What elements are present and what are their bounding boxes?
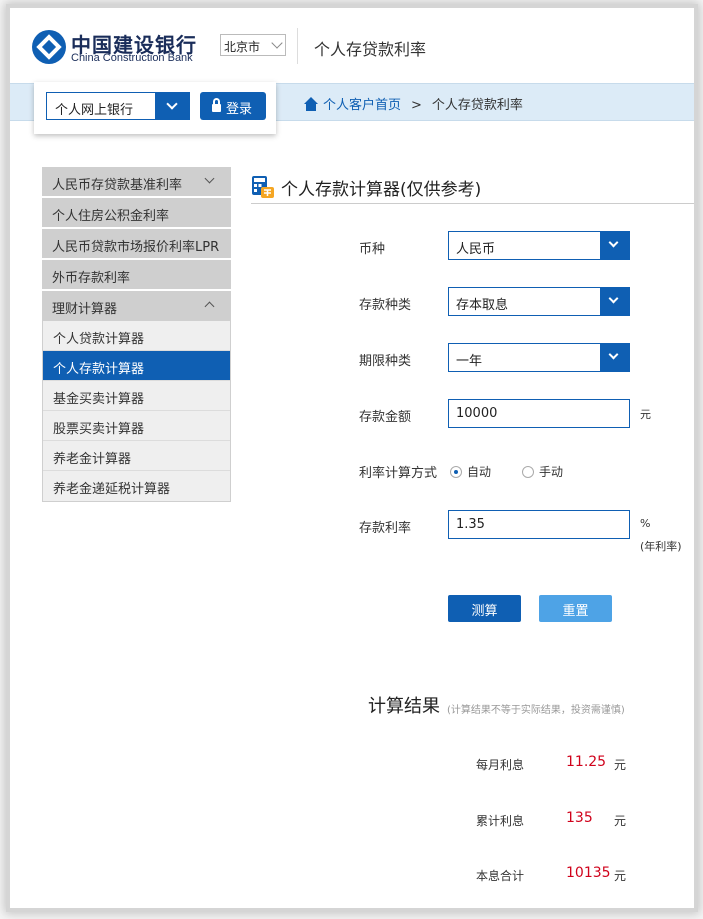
rate-input[interactable]: 1.35 (448, 510, 630, 539)
home-icon[interactable] (303, 97, 319, 111)
submenu-pension-tax-calculator[interactable]: 养老金递延税计算器 (43, 471, 230, 501)
sidebar-item-foreign-deposit-rate[interactable]: 外币存款利率 (42, 260, 231, 289)
principal-interest-label: 本息合计 (476, 869, 525, 883)
header-divider (297, 28, 298, 64)
page-title: 个人存贷款利率 (314, 40, 427, 59)
radio-auto-label: 自动 (467, 465, 492, 479)
title-divider (251, 203, 694, 204)
sidebar-item-label: 人民币贷款市场报价利率LPR (52, 240, 220, 255)
sidebar-item-rmb-benchmark-rate[interactable]: 人民币存贷款基准利率 (42, 167, 231, 196)
breadcrumb-current: 个人存贷款利率 (431, 98, 523, 113)
chevron-down-icon (271, 37, 283, 49)
deposit-type-label: 存款种类 (359, 298, 412, 313)
browser-frame: 中国建设银行 China Construction Bank 北京市 个人存贷款… (10, 8, 694, 908)
chevron-down-icon (608, 237, 619, 248)
sidebar-item-financial-calculator[interactable]: 理财计算器 (42, 291, 231, 320)
monthly-interest-label: 每月利息 (476, 758, 525, 772)
rate-method-label: 利率计算方式 (359, 466, 438, 481)
principal-interest-value: 10135 (566, 865, 611, 881)
calculator-title: 个人存款计算器(仅供参考) (281, 180, 482, 200)
dropdown-button[interactable] (600, 232, 629, 259)
submenu-loan-calculator[interactable]: 个人贷款计算器 (43, 321, 230, 351)
rate-unit: % (640, 517, 651, 530)
chevron-down-icon (608, 293, 619, 304)
submenu-pension-calculator[interactable]: 养老金计算器 (43, 441, 230, 471)
bank-name-en: China Construction Bank (71, 52, 193, 64)
amount-unit: 元 (640, 408, 651, 421)
online-bank-select[interactable]: 个人网上银行 (46, 92, 190, 120)
result-note: (计算结果不等于实际结果，投资需谨慎) (447, 705, 625, 716)
calculator-submenu: 个人贷款计算器 个人存款计算器 基金买卖计算器 股票买卖计算器 养老金计算器 养… (42, 320, 231, 502)
total-interest-value: 135 (566, 810, 593, 826)
submenu-stock-calculator[interactable]: 股票买卖计算器 (43, 411, 230, 441)
login-button-label: 登录 (226, 102, 253, 117)
dropdown-button[interactable] (600, 288, 629, 315)
chevron-down-icon (204, 173, 215, 184)
breadcrumb-home-link[interactable]: 个人客户首页 (323, 98, 401, 113)
sidebar-item-label: 个人住房公积金利率 (52, 209, 170, 224)
deposit-type-value: 存本取息 (456, 298, 509, 313)
chevron-down-icon (166, 98, 178, 110)
rate-unit-note: (年利率) (640, 540, 682, 553)
calculator-icon (252, 176, 274, 198)
term-select[interactable]: 一年 (448, 343, 630, 372)
ccb-logo-icon (32, 30, 66, 64)
sidebar: 人民币存贷款基准利率 个人住房公积金利率 人民币贷款市场报价利率LPR 外币存款… (42, 167, 231, 502)
result-unit: 元 (614, 758, 627, 772)
sidebar-item-label: 理财计算器 (52, 302, 118, 317)
breadcrumb: 个人客户首页 > 个人存贷款利率 (303, 94, 523, 113)
sidebar-item-housing-fund-rate[interactable]: 个人住房公积金利率 (42, 198, 231, 227)
chevron-up-icon (204, 301, 215, 312)
city-select[interactable]: 北京市 (220, 34, 286, 56)
monthly-interest-value: 11.25 (566, 754, 607, 770)
radio-auto[interactable]: 自动 (450, 463, 491, 480)
term-label: 期限种类 (359, 354, 412, 369)
radio-manual-label: 手动 (539, 465, 564, 479)
reset-button[interactable]: 重置 (539, 595, 612, 622)
rate-label: 存款利率 (359, 521, 412, 536)
sidebar-item-label: 人民币存贷款基准利率 (52, 178, 183, 193)
currency-value: 人民币 (456, 242, 496, 257)
result-unit: 元 (614, 869, 627, 883)
currency-select[interactable]: 人民币 (448, 231, 630, 260)
submenu-fund-calculator[interactable]: 基金买卖计算器 (43, 381, 230, 411)
radio-checked-icon[interactable] (450, 466, 462, 478)
currency-label: 币种 (359, 242, 386, 257)
breadcrumb-separator: > (411, 98, 422, 113)
result-unit: 元 (614, 814, 627, 828)
chevron-down-icon (608, 349, 619, 360)
dropdown-button[interactable] (155, 93, 189, 119)
amount-input[interactable]: 10000 (448, 399, 630, 428)
sidebar-item-lpr[interactable]: 人民币贷款市场报价利率LPR (42, 229, 231, 258)
online-bank-value: 个人网上银行 (55, 103, 134, 118)
submenu-deposit-calculator[interactable]: 个人存款计算器 (43, 351, 230, 381)
radio-unchecked-icon[interactable] (522, 466, 534, 478)
login-panel: 个人网上银行 登录 (34, 82, 276, 134)
login-button[interactable]: 登录 (200, 92, 266, 120)
result-title: 计算结果 (368, 696, 440, 717)
amount-label: 存款金额 (359, 410, 412, 425)
term-value: 一年 (456, 354, 483, 369)
sidebar-item-label: 外币存款利率 (52, 271, 131, 286)
dropdown-button[interactable] (600, 344, 629, 371)
radio-manual[interactable]: 手动 (522, 463, 563, 480)
calculate-button[interactable]: 测算 (448, 595, 521, 622)
total-interest-label: 累计利息 (476, 814, 525, 828)
deposit-type-select[interactable]: 存本取息 (448, 287, 630, 316)
city-value: 北京市 (224, 40, 261, 54)
lock-icon (212, 98, 221, 112)
